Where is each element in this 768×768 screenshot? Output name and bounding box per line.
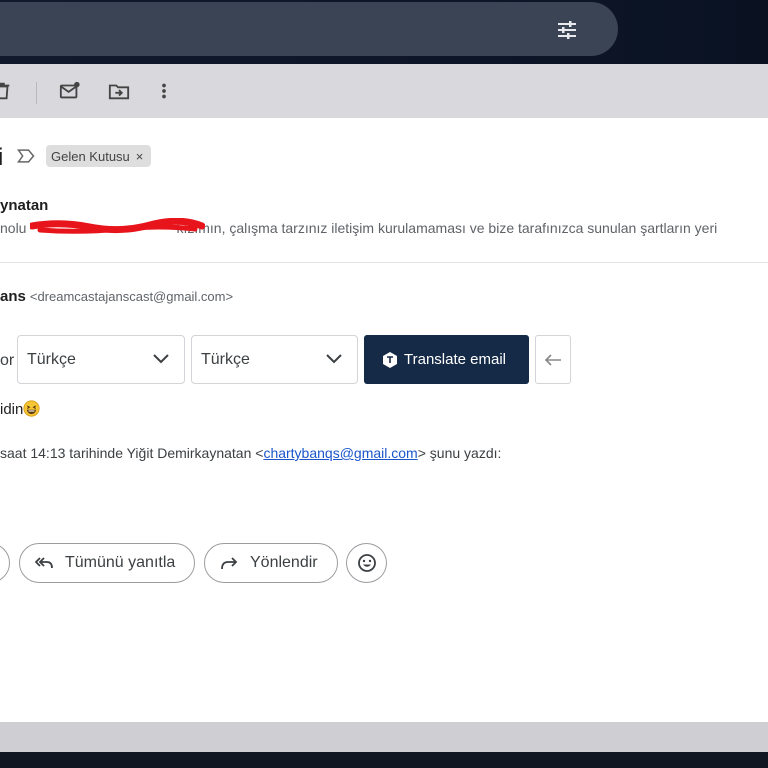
snippet-start: nolu xyxy=(0,220,27,236)
translate-email-button[interactable]: Translate email xyxy=(364,335,529,384)
delete-icon[interactable] xyxy=(0,80,13,102)
reply-all-button[interactable]: Tümünü yanıtla xyxy=(19,543,195,583)
revert-translation-button[interactable] xyxy=(535,335,571,384)
source-language-value: Türkçe xyxy=(27,350,76,368)
remove-label-button[interactable]: × xyxy=(136,149,144,164)
forward-label: Yönlendir xyxy=(250,554,318,571)
from-name[interactable]: ans xyxy=(0,288,26,305)
message-subject: i xyxy=(0,144,4,171)
chevron-down-icon xyxy=(153,354,169,364)
forward-button[interactable]: Yönlendir xyxy=(204,543,338,583)
quote-prefix: saat 14:13 tarihinde Yiğit Demirkaynatan… xyxy=(0,445,264,461)
forward-icon xyxy=(221,557,238,570)
reply-button[interactable] xyxy=(0,543,10,583)
bottom-edge xyxy=(0,752,768,768)
chevron-down-icon xyxy=(326,354,342,364)
app-header xyxy=(0,0,768,64)
label-chip-text: Gelen Kutusu xyxy=(51,148,130,164)
source-language-select[interactable]: Türkçe xyxy=(17,335,185,384)
more-vert-icon[interactable] xyxy=(153,80,175,102)
emoji-reaction-button[interactable] xyxy=(346,543,387,583)
move-to-icon[interactable] xyxy=(108,80,130,102)
quoted-header: saat 14:13 tarihinde Yiğit Demirkaynatan… xyxy=(0,445,501,461)
thread-separator xyxy=(0,262,768,263)
smiley-icon xyxy=(357,554,376,572)
quote-email-link[interactable]: chartybanqs@gmail.com xyxy=(263,445,417,461)
from-email: <dreamcastajanscast@gmail.com> xyxy=(29,289,234,304)
reply-all-label: Tümünü yanıtla xyxy=(65,554,176,571)
search-options-icon[interactable] xyxy=(555,18,579,42)
thread-sender[interactable]: ynatan xyxy=(0,197,48,214)
redaction-mark xyxy=(30,218,205,234)
quote-suffix: > şunu yazdı: xyxy=(417,445,502,461)
snippet-end: kızımın, çalışma tarzınız iletişim kurul… xyxy=(176,220,718,236)
mark-unread-icon[interactable] xyxy=(59,80,81,102)
bottom-panel xyxy=(0,722,768,752)
translate-logo-icon xyxy=(383,351,397,368)
message-from: ans <dreamcastajanscast@gmail.com> xyxy=(0,288,233,305)
grinning-squinting-emoji-icon xyxy=(23,400,40,417)
target-language-select[interactable]: Türkçe xyxy=(191,335,358,384)
arrow-left-icon xyxy=(544,353,561,366)
toolbar-divider xyxy=(36,82,37,104)
message-body-line: idin xyxy=(0,400,40,418)
target-language-value: Türkçe xyxy=(201,350,250,368)
translate-email-label: Translate email xyxy=(404,351,506,368)
label-icon[interactable] xyxy=(16,146,36,166)
body-text: idin xyxy=(0,401,24,418)
label-chip-inbox[interactable]: Gelen Kutusu × xyxy=(46,145,152,167)
translate-label: or xyxy=(0,352,15,369)
message-toolbar xyxy=(0,64,768,118)
reply-all-icon xyxy=(35,557,53,569)
search-bar[interactable] xyxy=(0,2,618,56)
message-view: i Gelen Kutusu × ynatan nolu kızımın, çal… xyxy=(0,118,768,722)
